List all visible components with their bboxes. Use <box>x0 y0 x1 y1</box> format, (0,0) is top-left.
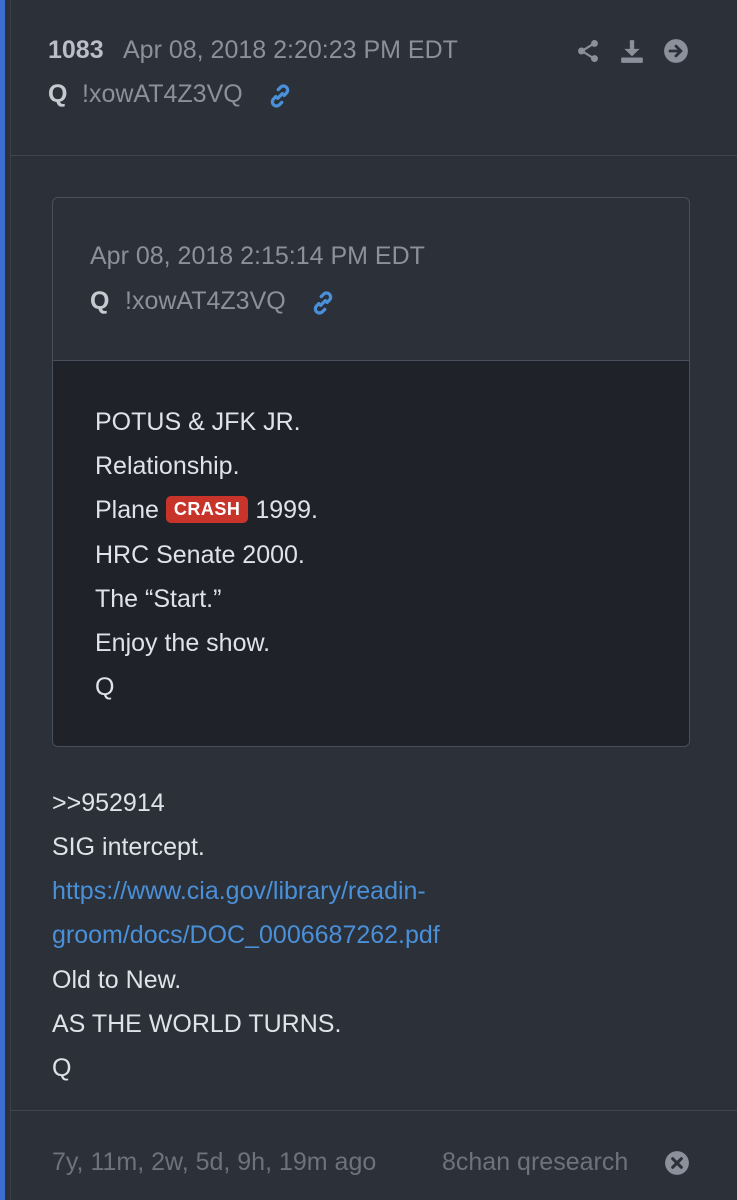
post-header: 1083 Apr 08, 2018 2:20:23 PM EDT Q !xowA… <box>11 0 737 156</box>
quoted-line-text: 1999. <box>248 496 318 524</box>
relative-time: 7y, 11m, 2w, 5d, 9h, 19m ago <box>52 1148 377 1176</box>
accent-bar <box>0 0 5 1200</box>
quoted-line: Q <box>95 673 115 701</box>
tripcode: !xowAT4Z3VQ <box>82 80 243 108</box>
quoted-post-date: Apr 08, 2018 2:15:14 PM EDT <box>90 242 425 270</box>
body-line: AS THE WORLD TURNS. <box>52 1010 342 1038</box>
author-name: Q <box>48 80 68 108</box>
quoted-line-text: Plane <box>95 496 166 524</box>
left-border <box>10 0 11 1200</box>
quoted-post-header: Apr 08, 2018 2:15:14 PM EDT Q !xowAT4Z3V… <box>53 198 689 361</box>
close-circle-icon[interactable] <box>664 1150 690 1176</box>
post-date: Apr 08, 2018 2:20:23 PM EDT <box>123 36 458 64</box>
share-icon[interactable] <box>575 38 601 64</box>
quoted-line: Plane CRASH 1999. <box>95 496 318 525</box>
external-link[interactable]: https://www.cia.gov/library/readin- <box>52 877 426 906</box>
quoted-line: The “Start.” <box>95 585 222 613</box>
body-line: Old to New. <box>52 966 182 994</box>
post-page: 1083 Apr 08, 2018 2:20:23 PM EDT Q !xowA… <box>0 0 737 1200</box>
body-line: Q <box>52 1054 72 1082</box>
source-label: 8chan qresearch <box>442 1148 629 1176</box>
footer-divider <box>11 1110 737 1111</box>
quoted-line: Enjoy the show. <box>95 629 271 657</box>
quoted-line: POTUS & JFK JR. <box>95 408 301 436</box>
crash-badge: CRASH <box>165 496 249 523</box>
quoted-post-card: Apr 08, 2018 2:15:14 PM EDT Q !xowAT4Z3V… <box>52 197 690 747</box>
quoted-line: HRC Senate 2000. <box>95 541 305 569</box>
download-icon[interactable] <box>619 38 645 64</box>
reply-reference[interactable]: >>952914 <box>52 789 165 818</box>
body-line: SIG intercept. <box>52 833 205 861</box>
link-icon[interactable] <box>309 289 337 317</box>
quoted-author-name: Q <box>90 287 110 315</box>
quoted-line: Relationship. <box>95 452 240 480</box>
post-actions <box>575 38 689 64</box>
link-icon[interactable] <box>266 82 294 110</box>
quoted-tripcode: !xowAT4Z3VQ <box>125 287 286 315</box>
arrow-right-circle-icon[interactable] <box>663 38 689 64</box>
quoted-post-body: POTUS & JFK JR. Relationship. Plane CRAS… <box>53 361 689 746</box>
post-number[interactable]: 1083 <box>48 36 104 65</box>
external-link[interactable]: groom/docs/DOC_0006687262.pdf <box>52 921 440 950</box>
